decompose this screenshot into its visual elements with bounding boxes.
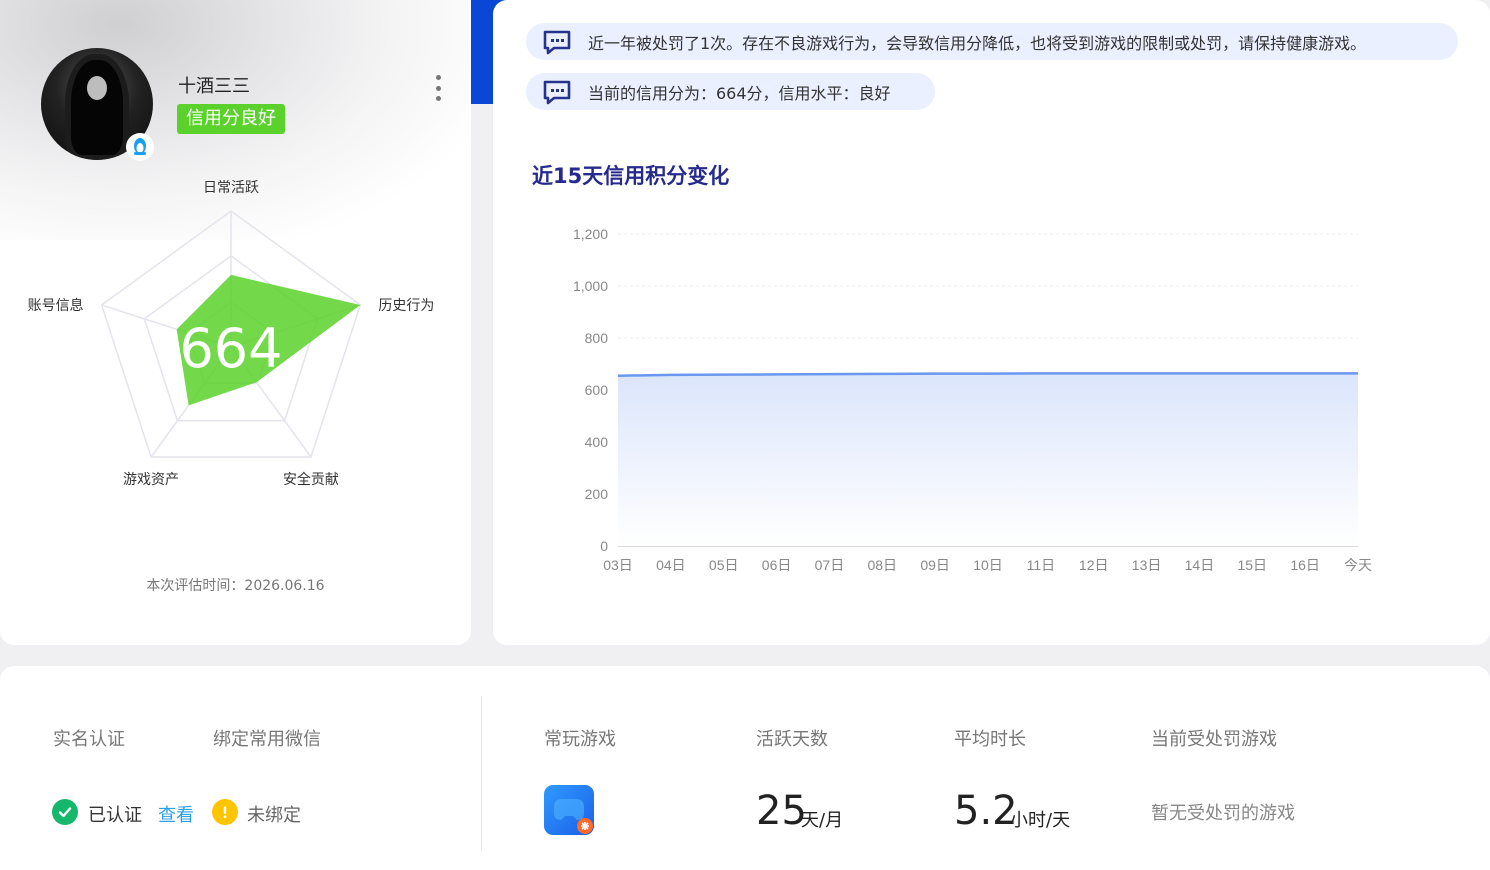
score-notice-text: 当前的信用分为：664分，信用水平：良好 (588, 83, 891, 103)
qq-penguin-icon (126, 133, 154, 161)
view-realname-link[interactable]: 查看 (158, 801, 194, 827)
y-tick-label: 800 (585, 330, 609, 346)
radar-axis-label: 历史行为 (378, 297, 434, 313)
penalty-notice: 近一年被处罚了1次。存在不良游戏行为，会导致信用分降低，也将受到游戏的限制或处罚… (526, 23, 1458, 60)
y-tick-label: 1,000 (573, 278, 608, 294)
punished-game-value: 暂无受处罚的游戏 (1151, 803, 1295, 824)
x-tick-label: 06日 (762, 557, 792, 573)
radar-axis-label: 账号信息 (28, 297, 84, 313)
credit-chart-card: 近一年被处罚了1次。存在不良游戏行为，会导致信用分降低，也将受到游戏的限制或处罚… (493, 0, 1490, 645)
average-time-label: 平均时长 (954, 729, 1026, 750)
credit-score-value: 664 (179, 317, 282, 380)
game-app-icon[interactable] (544, 785, 594, 835)
x-tick-label: 16日 (1290, 557, 1320, 573)
radar-axis-label: 安全贡献 (283, 471, 339, 487)
chart-title: 近15天信用积分变化 (532, 164, 730, 188)
x-tick-label: 07日 (815, 557, 845, 573)
x-tick-label: 12日 (1079, 557, 1109, 573)
credit-line-chart: 0 200 400 800 600 1,000 1,200 03日 04日 05日 06日 07日 08… (573, 226, 1372, 573)
profile-card: 十酒三三 信用分良好 664 日常活跃历史行为安全贡献 游戏资产 账号信息 本次评估时… (0, 0, 471, 645)
score-notice: 当前的信用分为：664分，信用水平：良好 (526, 73, 935, 110)
message-icon (543, 80, 571, 104)
active-days-label: 活跃天数 (756, 729, 828, 750)
active-days-value: 25 (756, 788, 807, 834)
x-tick-label: 09日 (920, 557, 950, 573)
y-tick-label: 400 (585, 434, 609, 450)
wechat-label: 绑定常用微信 (213, 729, 321, 750)
credit-radar-chart: 664 日常活跃历史行为安全贡献 游戏资产 账号信息 (28, 180, 435, 487)
warning-icon (212, 799, 238, 825)
account-summary-card (0, 666, 1490, 870)
radar-axis-label: 日常活跃 (203, 180, 259, 195)
username: 十酒三三 (178, 76, 250, 97)
realname-label: 实名认证 (53, 729, 125, 750)
series-area (618, 373, 1358, 546)
verified-check-icon (52, 799, 78, 825)
x-tick-label: 15日 (1237, 557, 1267, 573)
x-tick-label: 03日 (603, 557, 633, 573)
y-tick-label: 600 (585, 382, 609, 398)
y-tick-label: 200 (585, 486, 609, 502)
realname-status: 已认证 (88, 805, 142, 826)
x-tick-label: 今天 (1344, 557, 1372, 573)
y-tick-label: 0 (600, 538, 608, 554)
message-icon (543, 30, 571, 54)
active-days-unit: 天/月 (801, 810, 844, 831)
x-tick-label: 05日 (709, 557, 739, 573)
x-tick-label: 04日 (656, 557, 686, 573)
punished-game-label: 当前受处罚游戏 (1151, 729, 1277, 750)
evaluation-time: 本次评估时间：2026.06.16 (146, 578, 325, 594)
radar-axis-label: 游戏资产 (123, 471, 179, 487)
credit-level-badge: 信用分良好 (177, 104, 285, 134)
y-tick-label: 1,200 (573, 226, 608, 242)
x-tick-label: 13日 (1132, 557, 1162, 573)
average-time-value: 5.2 (954, 788, 1018, 834)
x-tick-label: 10日 (973, 557, 1003, 573)
section-divider (481, 696, 482, 850)
penalty-notice-text: 近一年被处罚了1次。存在不良游戏行为，会导致信用分降低，也将受到游戏的限制或处罚… (588, 33, 1367, 53)
x-tick-label: 14日 (1185, 557, 1215, 573)
x-tick-label: 08日 (867, 557, 897, 573)
x-tick-label: 11日 (1027, 557, 1056, 573)
frequent-game-label: 常玩游戏 (544, 729, 616, 750)
more-options-icon[interactable] (430, 75, 446, 101)
wechat-status: 未绑定 (247, 805, 301, 826)
average-time-unit: 小时/天 (1010, 810, 1071, 831)
